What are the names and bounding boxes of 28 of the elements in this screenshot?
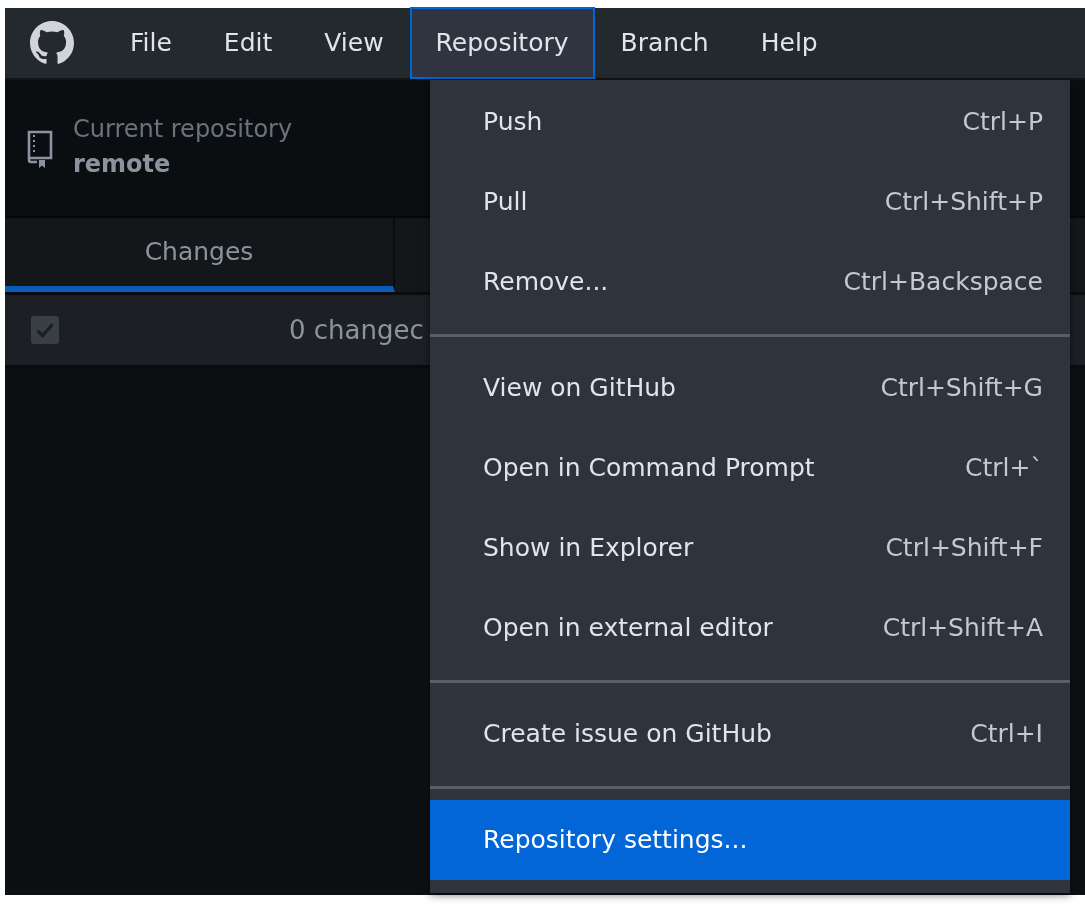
- menu-item[interactable]: Open in Command Prompt Ctrl+`: [430, 428, 1070, 508]
- menu-item[interactable]: Open in external editor Ctrl+Shift+A: [430, 588, 1070, 668]
- octocat-logo-icon: [30, 21, 74, 65]
- menu-bar-item[interactable]: Branch: [594, 7, 735, 79]
- menu-item[interactable]: Pull Ctrl+Shift+P: [430, 162, 1070, 242]
- menu-item[interactable]: Repository settings...: [430, 800, 1070, 880]
- menu-item[interactable]: Create issue on GitHub Ctrl+I: [430, 694, 1070, 774]
- book-icon: [27, 128, 53, 168]
- repository-name: remote: [73, 148, 172, 180]
- shortcut-text: Ctrl+Shift+G: [880, 372, 1043, 405]
- shortcut-text: Ctrl+P: [962, 106, 1043, 139]
- shortcut-text: Ctrl+Shift+A: [882, 612, 1043, 645]
- menu-item[interactable]: Remove... Ctrl+Backspace: [430, 242, 1070, 322]
- menu-bar-item[interactable]: File: [104, 7, 198, 79]
- shortcut-text: Ctrl+Backspace: [843, 266, 1043, 299]
- menu-bar-item[interactable]: Repository: [409, 7, 595, 79]
- shortcut-text: Ctrl+Shift+F: [885, 532, 1043, 565]
- menu-item[interactable]: Push Ctrl+P: [430, 82, 1070, 162]
- shortcut-text: Ctrl+`: [965, 452, 1043, 485]
- shortcut-text: Ctrl+I: [970, 718, 1043, 751]
- menu-bar-item[interactable]: Edit: [197, 7, 299, 79]
- shortcut-text: Ctrl+Shift+P: [884, 186, 1043, 219]
- menu-bar-item[interactable]: Help: [734, 7, 844, 79]
- menu-item[interactable]: View on GitHub Ctrl+Shift+G: [430, 348, 1070, 428]
- caption-text: Current repository: [73, 114, 293, 146]
- menu-bar-item[interactable]: View: [298, 7, 410, 79]
- changes-count-text: 0 changec: [289, 313, 424, 347]
- menu-item[interactable]: Show in Explorer Ctrl+Shift+F: [430, 508, 1070, 588]
